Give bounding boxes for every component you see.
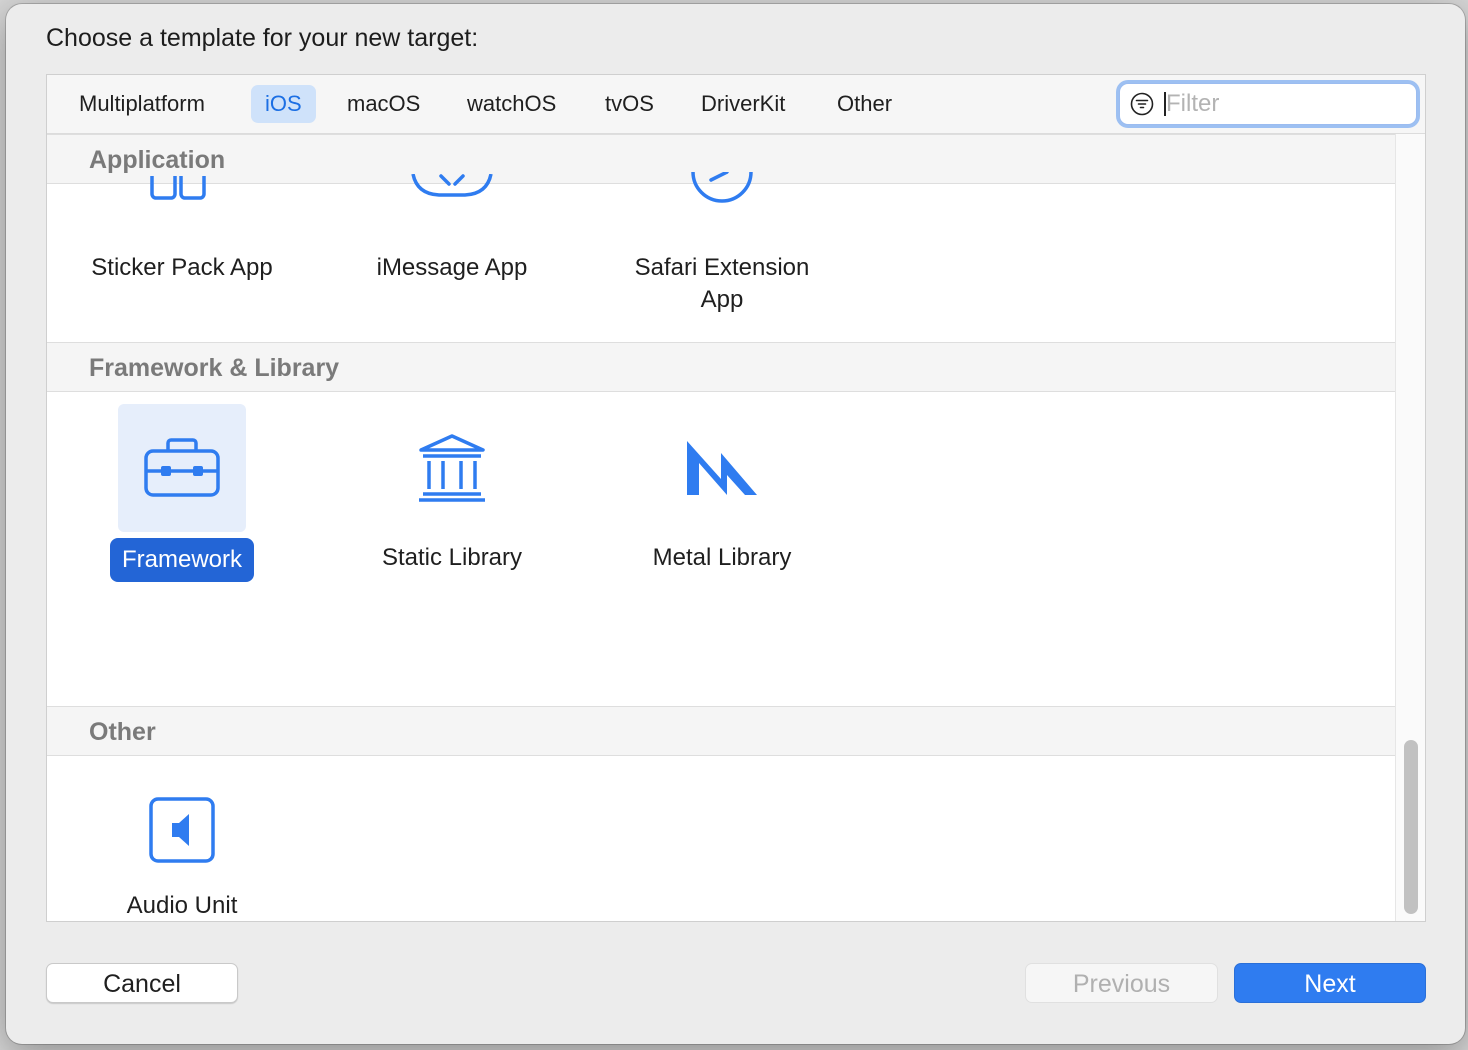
scrollbar-thumb[interactable] xyxy=(1404,740,1418,914)
tab-driverkit[interactable]: DriverKit xyxy=(687,85,799,123)
section-header-other: Other xyxy=(47,706,1395,756)
selected-label-pill: Framework xyxy=(109,538,254,582)
tab-macos[interactable]: macOS xyxy=(333,85,434,123)
template-icon-tile xyxy=(388,404,516,532)
template-label: Metal Library xyxy=(652,544,792,571)
filter-icon xyxy=(1130,92,1154,116)
tab-watchos[interactable]: watchOS xyxy=(453,85,570,123)
section-header-framework-library: Framework & Library xyxy=(47,342,1395,392)
tab-tvos[interactable]: tvOS xyxy=(591,85,668,123)
template-label: Static Library xyxy=(381,544,523,571)
new-target-sheet: Choose a template for your new target: M… xyxy=(6,4,1465,1044)
template-label: Audio UnitExtension App xyxy=(126,892,238,919)
library-building-icon xyxy=(419,434,485,502)
tab-ios[interactable]: iOS xyxy=(251,85,316,123)
template-label: Sticker Pack App xyxy=(91,254,273,281)
template-list[interactable]: Application Sticker Pack App iMessage Ap… xyxy=(47,134,1395,921)
platform-tab-bar: Multiplatform iOS macOS watchOS tvOS Dri… xyxy=(47,75,1425,134)
next-button[interactable]: Next xyxy=(1234,963,1426,1003)
filter-field[interactable] xyxy=(1119,83,1417,125)
cancel-button[interactable]: Cancel xyxy=(46,963,238,1003)
safari-compass-icon xyxy=(691,172,753,203)
metal-icon xyxy=(687,441,757,495)
template-icon-tile xyxy=(658,404,786,532)
previous-button[interactable]: Previous xyxy=(1025,963,1218,1003)
filter-input[interactable] xyxy=(1166,87,1402,121)
dialog-title: Choose a template for your new target: xyxy=(46,24,479,52)
tab-other[interactable]: Other xyxy=(823,85,906,123)
template-label: Safari Extension App xyxy=(634,254,810,313)
template-icon-tile xyxy=(118,404,246,532)
audio-unit-icon xyxy=(149,797,215,863)
tab-multiplatform[interactable]: Multiplatform xyxy=(65,85,219,123)
template-panel: Multiplatform iOS macOS watchOS tvOS Dri… xyxy=(46,74,1426,922)
template-label: iMessage App xyxy=(376,254,528,281)
vertical-scrollbar[interactable] xyxy=(1395,134,1425,921)
template-icon-tile xyxy=(118,766,246,894)
template-label: Framework xyxy=(47,538,317,582)
sticker-pack-icon xyxy=(150,176,206,200)
toolbox-icon xyxy=(144,438,220,497)
imessage-icon xyxy=(411,174,493,197)
